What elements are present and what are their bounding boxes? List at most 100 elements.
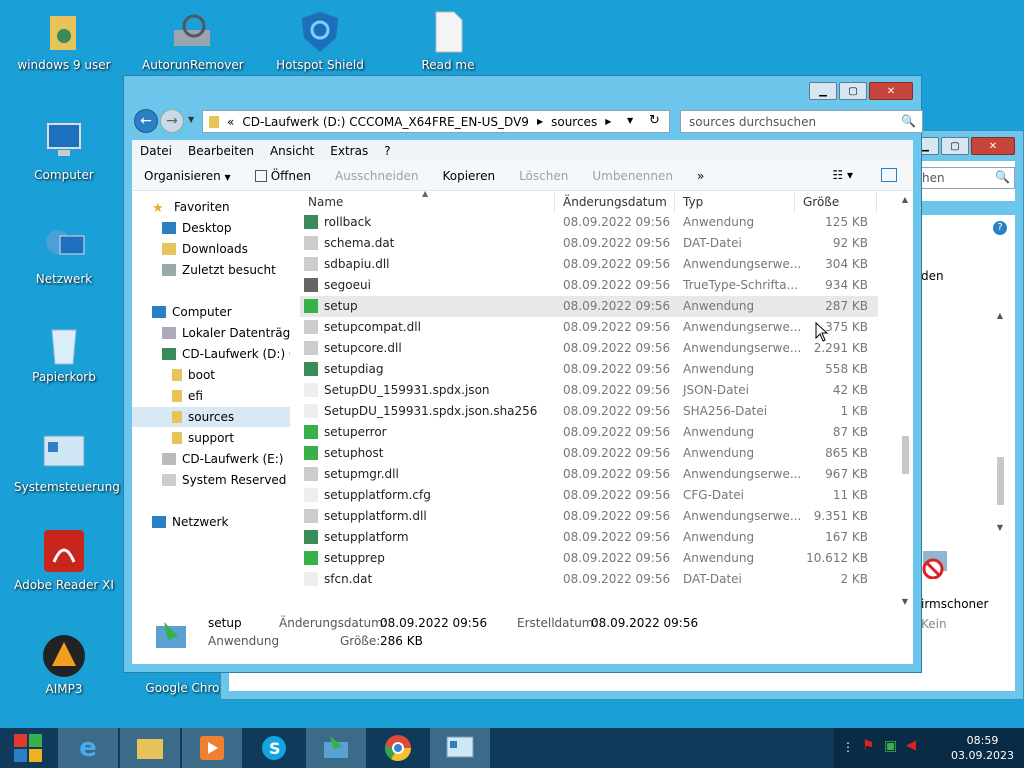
desktop-icon-hotspot[interactable]: Hotspot Shield [270,8,370,72]
file-row[interactable]: setup 08.09.2022 09:56 Anwendung 287 KB [300,296,878,317]
file-row[interactable]: setuperror 08.09.2022 09:56 Anwendung 87 KB [300,422,878,443]
file-row[interactable]: setuphost 08.09.2022 09:56 Anwendung 865 KB [300,443,878,464]
explorer-window[interactable]: ▁ ▢ ✕ ← → ▼ « CD-Laufwerk (D:) CCCOMA_X6… [123,75,923,673]
network-tray-icon[interactable]: ▣ [884,738,897,754]
column-name[interactable]: Name [308,195,343,209]
breadcrumb-sources[interactable]: sources [551,115,597,129]
taskbar-explorer[interactable] [120,728,180,768]
taskbar-chrome[interactable] [368,728,428,768]
screensaver-icon[interactable] [919,547,951,580]
delete-button[interactable]: Löschen [507,169,580,183]
column-divider[interactable] [674,191,675,213]
taskbar-control-panel[interactable] [430,728,490,768]
nav-efi[interactable]: efi [172,386,203,406]
desktop-icon-autorunremover[interactable]: AutorunRemover [142,8,244,72]
scroll-up-icon[interactable]: ▲ [993,311,1007,320]
desktop-icon-readme[interactable]: Read me [398,8,498,72]
tray-overflow-icon[interactable]: ⋮ [842,740,854,754]
nav-network[interactable]: Netzwerk [152,512,228,532]
desktop-icon-network[interactable]: Netzwerk [14,222,114,286]
volume-icon[interactable]: ◀ [906,738,916,753]
back-button[interactable]: ← [134,109,158,133]
nav-system-reserved[interactable]: System Reserved (F:) [162,470,290,490]
taskbar-setup[interactable] [306,728,366,768]
organize-button[interactable]: Organisieren ▼ [132,169,243,183]
copy-button[interactable]: Kopieren [430,169,507,183]
close-button[interactable]: ✕ [869,82,913,100]
maximize-button[interactable]: ▢ [941,137,969,155]
desktop-icon-computer[interactable]: Computer [14,118,114,182]
rename-button[interactable]: Umbenennen [580,169,685,183]
file-row[interactable]: SetupDU_159931.spdx.json.sha256 08.09.202… [300,401,878,422]
nav-downloads[interactable]: Downloads [162,239,248,259]
nav-sources[interactable]: sources [132,407,290,427]
scroll-up-icon[interactable]: ▲ [897,191,913,204]
file-row[interactable]: setupdiag 08.09.2022 09:56 Anwendung 558 KB [300,359,878,380]
nav-local-disk[interactable]: Lokaler Datenträger [162,323,290,343]
chevron-right-icon[interactable]: ▶ [537,117,543,126]
view-options-icon[interactable]: ☷ ▾ [832,168,853,182]
nav-boot[interactable]: boot [172,365,215,385]
nav-desktop[interactable]: Desktop [162,218,232,238]
nav-cd-d[interactable]: CD-Laufwerk (D:) CC [162,344,290,364]
preview-pane-icon[interactable] [881,168,897,182]
file-row[interactable]: setupplatform 08.09.2022 09:56 Anwendung 16… [300,527,878,548]
help-icon[interactable]: ? [993,221,1007,235]
menu-help[interactable]: ? [376,144,398,158]
file-row[interactable]: setupprep 08.09.2022 09:56 Anwendung 10.612… [300,548,878,569]
column-type[interactable]: Typ [683,195,703,209]
column-date[interactable]: Änderungsdatum [563,195,667,209]
scroll-thumb[interactable] [902,436,909,474]
column-divider[interactable] [794,191,795,213]
breadcrumb-drive[interactable]: CD-Laufwerk (D:) CCCOMA_X64FRE_EN-US_DV9 [242,115,529,129]
file-row[interactable]: setupcompat.dll 08.09.2022 09:56 Anwendung… [300,317,878,338]
column-size[interactable]: Größe [803,195,839,209]
address-bar[interactable]: « CD-Laufwerk (D:) CCCOMA_X64FRE_EN-US_D… [202,110,670,133]
more-button[interactable]: » [685,169,716,183]
open-button[interactable]: Öffnen [243,169,323,183]
nav-favorites[interactable]: ★ Favoriten [152,197,230,217]
minimize-button[interactable]: ▁ [809,82,837,100]
background-scrollbar[interactable]: ▲ ▼ [993,311,1007,541]
file-row[interactable]: sfcn.dat 08.09.2022 09:56 DAT-Datei 2 KB [300,569,878,590]
clock[interactable]: 08:59 03.09.2023 [951,733,1014,763]
file-row[interactable]: setupplatform.cfg 08.09.2022 09:56 CFG-Dat… [300,485,878,506]
file-row[interactable]: rollback 08.09.2022 09:56 Anwendung 125 KB [300,212,878,233]
scroll-down-icon[interactable]: ▼ [993,523,1007,532]
file-list-scrollbar[interactable]: ▲ ▼ [897,191,913,610]
file-row[interactable]: setupmgr.dll 08.09.2022 09:56 Anwendungser… [300,464,878,485]
nav-recent[interactable]: Zuletzt besucht [162,260,276,280]
address-dropdown-icon[interactable]: ▼ [627,116,633,125]
breadcrumb-overflow[interactable]: « [227,115,234,129]
file-row[interactable]: setupplatform.dll 08.09.2022 09:56 Anwendu… [300,506,878,527]
column-divider[interactable] [554,191,555,213]
nav-support[interactable]: support [172,428,234,448]
action-center-flag-icon[interactable]: ⚑ [862,738,875,754]
desktop-icon-user[interactable]: windows 9 user [14,8,114,72]
close-button[interactable]: ✕ [971,137,1015,155]
column-divider[interactable] [876,191,877,213]
desktop-icon-control-panel[interactable]: Systemsteuerung [14,430,120,494]
menu-edit[interactable]: Bearbeiten [180,144,262,158]
taskbar-skype[interactable]: S [244,728,304,768]
taskbar-media[interactable] [182,728,242,768]
desktop-icon-adobe[interactable]: Adobe Reader XI [14,528,114,592]
file-row[interactable]: sdbapiu.dll 08.09.2022 09:56 Anwendungserw… [300,254,878,275]
title-bar[interactable]: ▁ ▢ ✕ [124,76,921,106]
menu-file[interactable]: Datei [132,144,180,158]
desktop-icon-recycle[interactable]: Papierkorb [14,320,114,384]
maximize-button[interactable]: ▢ [839,82,867,100]
forward-button[interactable]: → [160,109,184,133]
search-input[interactable]: sources durchsuchen 🔍 [680,110,923,133]
file-row[interactable]: setupcore.dll 08.09.2022 09:56 Anwendungse… [300,338,878,359]
refresh-icon[interactable]: ↻ [649,113,660,128]
file-row[interactable]: SetupDU_159931.spdx.json 08.09.2022 09:56… [300,380,878,401]
scroll-down-icon[interactable]: ▼ [897,597,913,606]
nav-computer[interactable]: Computer [152,302,232,322]
file-row[interactable]: segoeui 08.09.2022 09:56 TrueType-Schrifta… [300,275,878,296]
menu-view[interactable]: Ansicht [262,144,322,158]
start-button[interactable] [0,728,56,768]
search-icon[interactable]: 🔍 [901,114,916,128]
cut-button[interactable]: Ausschneiden [323,169,430,183]
menu-tools[interactable]: Extras [322,144,376,158]
